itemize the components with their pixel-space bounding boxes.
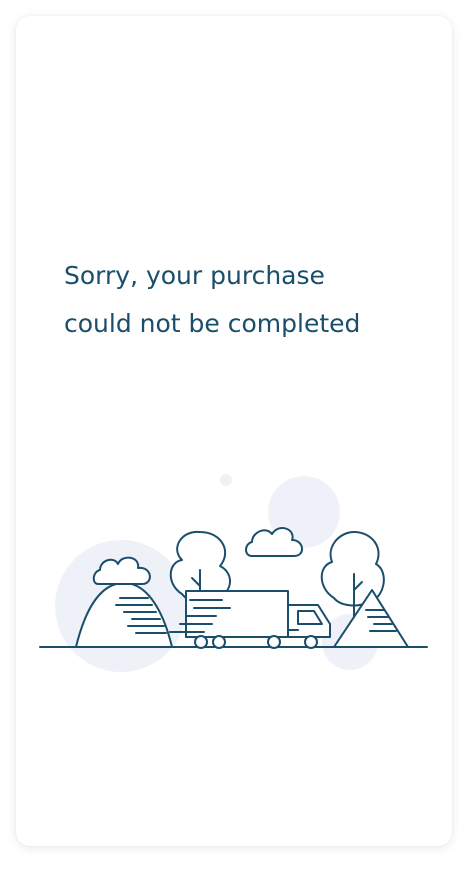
delivery-truck-scene-icon <box>39 474 428 672</box>
purchase-error-screen: Sorry, your purchase could not be comple… <box>0 0 473 870</box>
truck-icon <box>169 590 331 649</box>
